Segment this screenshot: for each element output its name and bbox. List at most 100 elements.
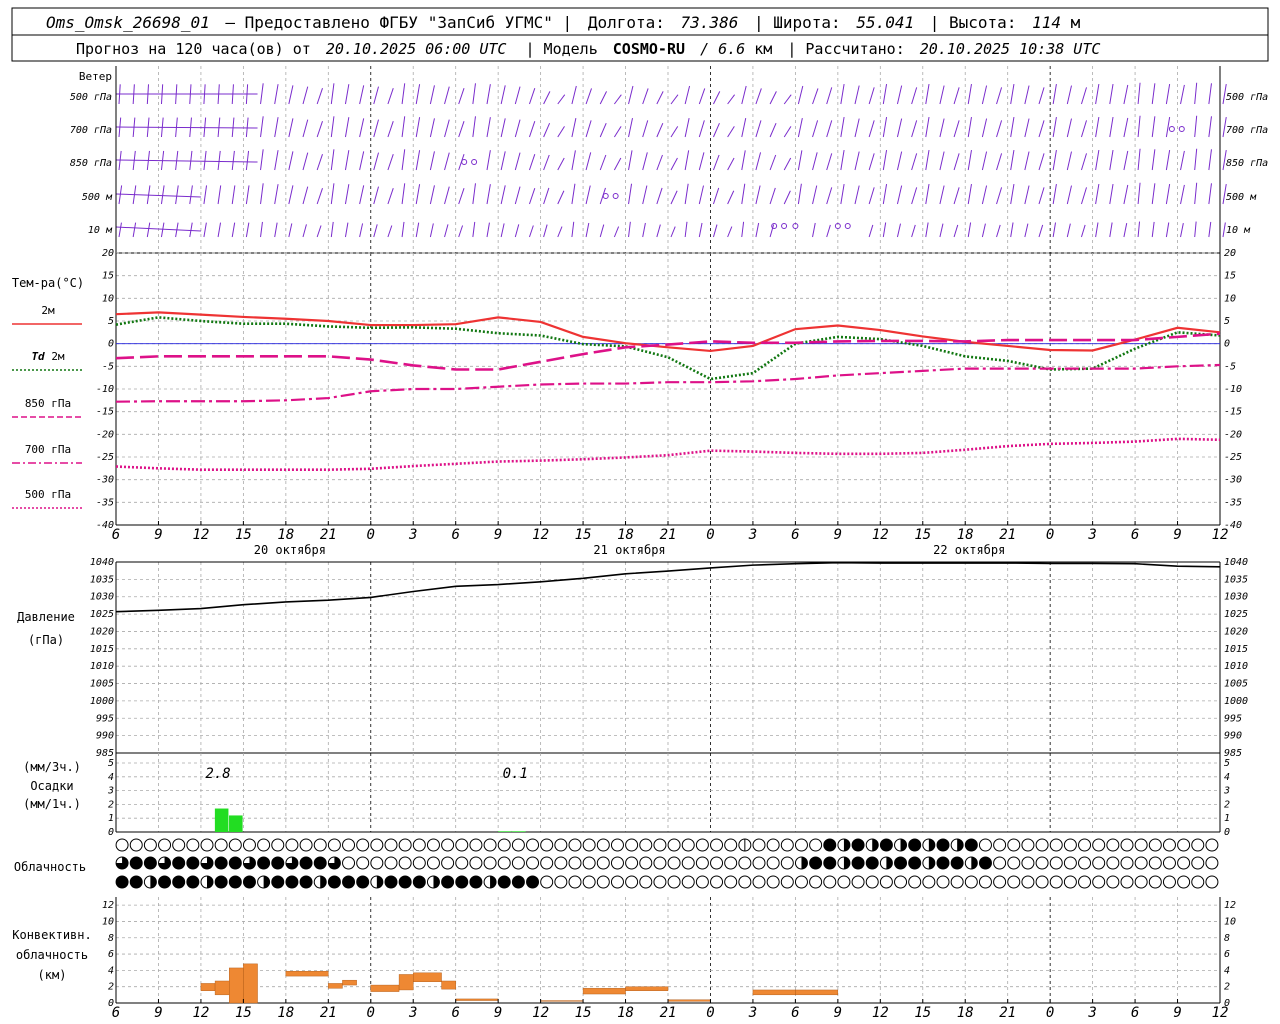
cloud-circle	[497, 875, 511, 889]
cloud-circle	[568, 838, 582, 852]
cloud-symbol	[186, 838, 200, 852]
wind-barb	[415, 117, 421, 138]
cloud-circle	[1162, 875, 1176, 889]
convective-block	[625, 986, 669, 991]
wind-barb	[642, 88, 649, 105]
cloud-circle	[865, 875, 879, 889]
wind-barb	[231, 150, 235, 171]
cloud-symbol	[681, 856, 695, 870]
wind-barb	[571, 85, 577, 105]
pres-ytick-left: 1035	[90, 574, 114, 585]
wind-barb	[500, 223, 505, 238]
cloud-symbol	[752, 856, 766, 870]
wind-barb	[1024, 85, 1030, 105]
x-tick-label: 15	[575, 1005, 592, 1021]
cloud-symbol	[780, 856, 794, 870]
cloud-circle	[695, 838, 709, 852]
wind-barb	[1208, 83, 1212, 105]
wind-barb	[1137, 221, 1141, 238]
wind-barb	[628, 183, 633, 205]
temp-ytick-right: -35	[1224, 497, 1242, 508]
cloud-symbol	[710, 838, 724, 852]
wind-barb	[854, 118, 860, 138]
wind-barb	[175, 185, 179, 205]
wind-barb	[585, 152, 592, 171]
cloud-symbol	[610, 875, 624, 889]
cloud-symbol	[922, 856, 936, 870]
cloud-symbol	[809, 875, 823, 889]
cloud-symbol	[540, 875, 554, 889]
wind-barb	[373, 119, 379, 138]
cloud-circle	[228, 856, 242, 870]
wind-barb	[670, 190, 678, 205]
cloud-circle	[752, 838, 766, 852]
provider-text: – Предоставлено ФГБУ "ЗапСиб УГМС" |	[225, 13, 572, 32]
cloud-symbol	[823, 875, 837, 889]
wind-barb	[288, 223, 293, 238]
wind-barb	[967, 183, 972, 205]
cloud-symbol	[115, 856, 129, 870]
x-tick-label: 18	[617, 1005, 634, 1021]
wind-barb	[472, 116, 476, 138]
wind-barb	[656, 187, 663, 205]
cloud-symbol	[242, 838, 256, 852]
wind-barb	[1208, 116, 1212, 138]
wind-barb	[698, 152, 705, 171]
x-tick-label: 6	[1131, 527, 1139, 543]
pres-ytick-right: 1005	[1224, 679, 1248, 690]
wind-barbs	[115, 82, 1227, 238]
wind-barb	[458, 121, 465, 138]
cloud-symbol	[695, 838, 709, 852]
cloud-symbol	[766, 875, 780, 889]
x-tick-label: 15	[235, 527, 252, 543]
cloud-circle	[370, 856, 384, 870]
cloud-symbol	[1205, 838, 1219, 852]
cloud-circle	[667, 838, 681, 852]
wind-barb	[868, 120, 875, 138]
station-name: Oms_Omsk_26698_01	[46, 13, 210, 32]
wind-barb	[330, 116, 335, 138]
cloud-symbol	[752, 838, 766, 852]
cloud-circle	[1035, 875, 1049, 889]
temp-ytick-right: -30	[1224, 475, 1242, 486]
cloud-circle	[1205, 875, 1219, 889]
wind-barb	[1080, 153, 1087, 171]
cloud-circle	[1092, 838, 1106, 852]
cloud-symbol	[922, 838, 936, 852]
cloud-symbol	[879, 838, 893, 852]
wind-barb	[670, 126, 679, 138]
cloud-symbol	[271, 875, 285, 889]
wind-barb	[528, 121, 536, 138]
x-tick-label: 3	[408, 1005, 417, 1021]
precip-ylabel: Осадки	[30, 779, 73, 793]
cloud-circle	[511, 838, 525, 852]
wind-barb	[755, 222, 760, 238]
cloud-circle	[610, 856, 624, 870]
x-tick-label: 6	[1131, 1005, 1139, 1021]
wind-barb	[981, 151, 988, 171]
cloud-symbol	[540, 856, 554, 870]
cloud-circle	[285, 875, 299, 889]
cloud-symbol	[441, 856, 455, 870]
cloud-symbol	[370, 856, 384, 870]
cloud-circle	[356, 856, 370, 870]
wind-barb	[1208, 183, 1212, 205]
cloud-circle	[639, 838, 653, 852]
cloud-circle	[1007, 856, 1021, 870]
cloud-symbol	[936, 875, 950, 889]
temp-ytick-right: 0	[1224, 339, 1230, 350]
wind-barb	[981, 85, 988, 105]
cloud-symbol	[936, 838, 950, 852]
wind-barb	[642, 185, 648, 205]
wind-barb	[953, 120, 960, 138]
calm-marker	[461, 159, 468, 165]
wind-barb	[472, 83, 476, 105]
cloud-circle	[1007, 875, 1021, 889]
wind-barb	[826, 120, 833, 138]
cloud-symbol	[426, 875, 440, 889]
model-label: | Модель	[526, 40, 598, 58]
wind-barb	[500, 185, 506, 205]
cloud-symbol	[186, 875, 200, 889]
cloud-circle	[653, 838, 667, 852]
wind-barb	[429, 185, 435, 205]
